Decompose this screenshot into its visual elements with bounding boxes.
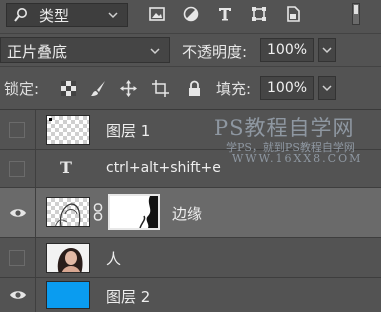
lock-position-move-icon[interactable] — [120, 80, 137, 97]
visibility-off-icon — [9, 161, 25, 177]
lock-all-icon[interactable] — [186, 80, 203, 97]
lock-image-pixels-brush-icon[interactable] — [90, 80, 107, 97]
layer-row-layer-2[interactable]: 图层 2 — [0, 278, 381, 312]
eye-icon — [10, 209, 26, 217]
layer-thumbnail — [46, 197, 90, 227]
lock-bar: 锁定: 填充: 100% — [0, 67, 381, 109]
layer-row-person[interactable]: 人 — [0, 238, 381, 278]
fill-field[interactable]: 100% — [260, 76, 314, 100]
layer-name: 边缘 — [172, 205, 203, 223]
blend-mode-select[interactable]: 正片叠底 — [0, 37, 170, 63]
blend-mode-label: 正片叠底 — [7, 43, 68, 61]
visibility-off-icon — [9, 122, 25, 138]
search-icon — [14, 8, 27, 22]
filter-kind-label: 类型 — [39, 7, 70, 25]
blend-mode-bar: 正片叠底 不透明度: 100% — [0, 34, 381, 66]
fill-label: 填充: — [216, 80, 252, 98]
opacity-chevron-down-icon[interactable] — [318, 38, 336, 62]
shape-filter-icon[interactable] — [250, 5, 268, 23]
smart-object-filter-icon[interactable] — [284, 5, 302, 23]
chevron-down-icon — [108, 12, 118, 19]
filter-kind-select[interactable]: 类型 — [6, 3, 128, 27]
layer-name: 人 — [106, 250, 122, 268]
layer-visibility-toggle[interactable] — [0, 238, 36, 277]
chain-link-icon[interactable] — [93, 203, 103, 221]
filter-toggle-switch[interactable] — [352, 3, 360, 25]
lock-artboard-icon[interactable] — [152, 80, 169, 97]
opacity-field[interactable]: 100% — [260, 38, 314, 62]
layer-name: ctrl+alt+shift+e — [106, 160, 221, 176]
type-filter-icon[interactable] — [216, 5, 234, 23]
eye-icon — [10, 291, 26, 299]
chevron-down-icon — [150, 48, 160, 55]
layer-filter-bar: 类型 — [0, 0, 381, 32]
fill-chevron-down-icon[interactable] — [318, 76, 336, 100]
layer-thumbnail — [46, 243, 90, 273]
watermark-title: PS教程自学网 — [214, 116, 355, 140]
opacity-label: 不透明度: — [182, 43, 248, 61]
image-filter-icon[interactable] — [148, 5, 166, 23]
layer-visibility-toggle[interactable] — [0, 188, 36, 237]
layer-visibility-toggle[interactable] — [0, 150, 36, 187]
layer-name: 图层 2 — [106, 288, 151, 306]
text-layer-icon: T — [60, 158, 72, 177]
visibility-off-icon — [9, 250, 25, 266]
layer-thumbnail — [46, 281, 90, 309]
lock-transparent-pixels-icon[interactable] — [60, 80, 77, 97]
layer-visibility-toggle[interactable] — [0, 278, 36, 312]
layer-row-edge[interactable]: 边缘 — [0, 188, 381, 238]
watermark-url: WWW.16XX8.COM — [232, 152, 363, 165]
lock-label: 锁定: — [4, 80, 40, 98]
layer-visibility-toggle[interactable] — [0, 110, 36, 149]
layer-name: 图层 1 — [106, 122, 151, 140]
layer-thumbnail — [46, 115, 90, 145]
adjustment-filter-icon[interactable] — [182, 5, 200, 23]
layer-mask-thumbnail[interactable] — [108, 194, 160, 230]
